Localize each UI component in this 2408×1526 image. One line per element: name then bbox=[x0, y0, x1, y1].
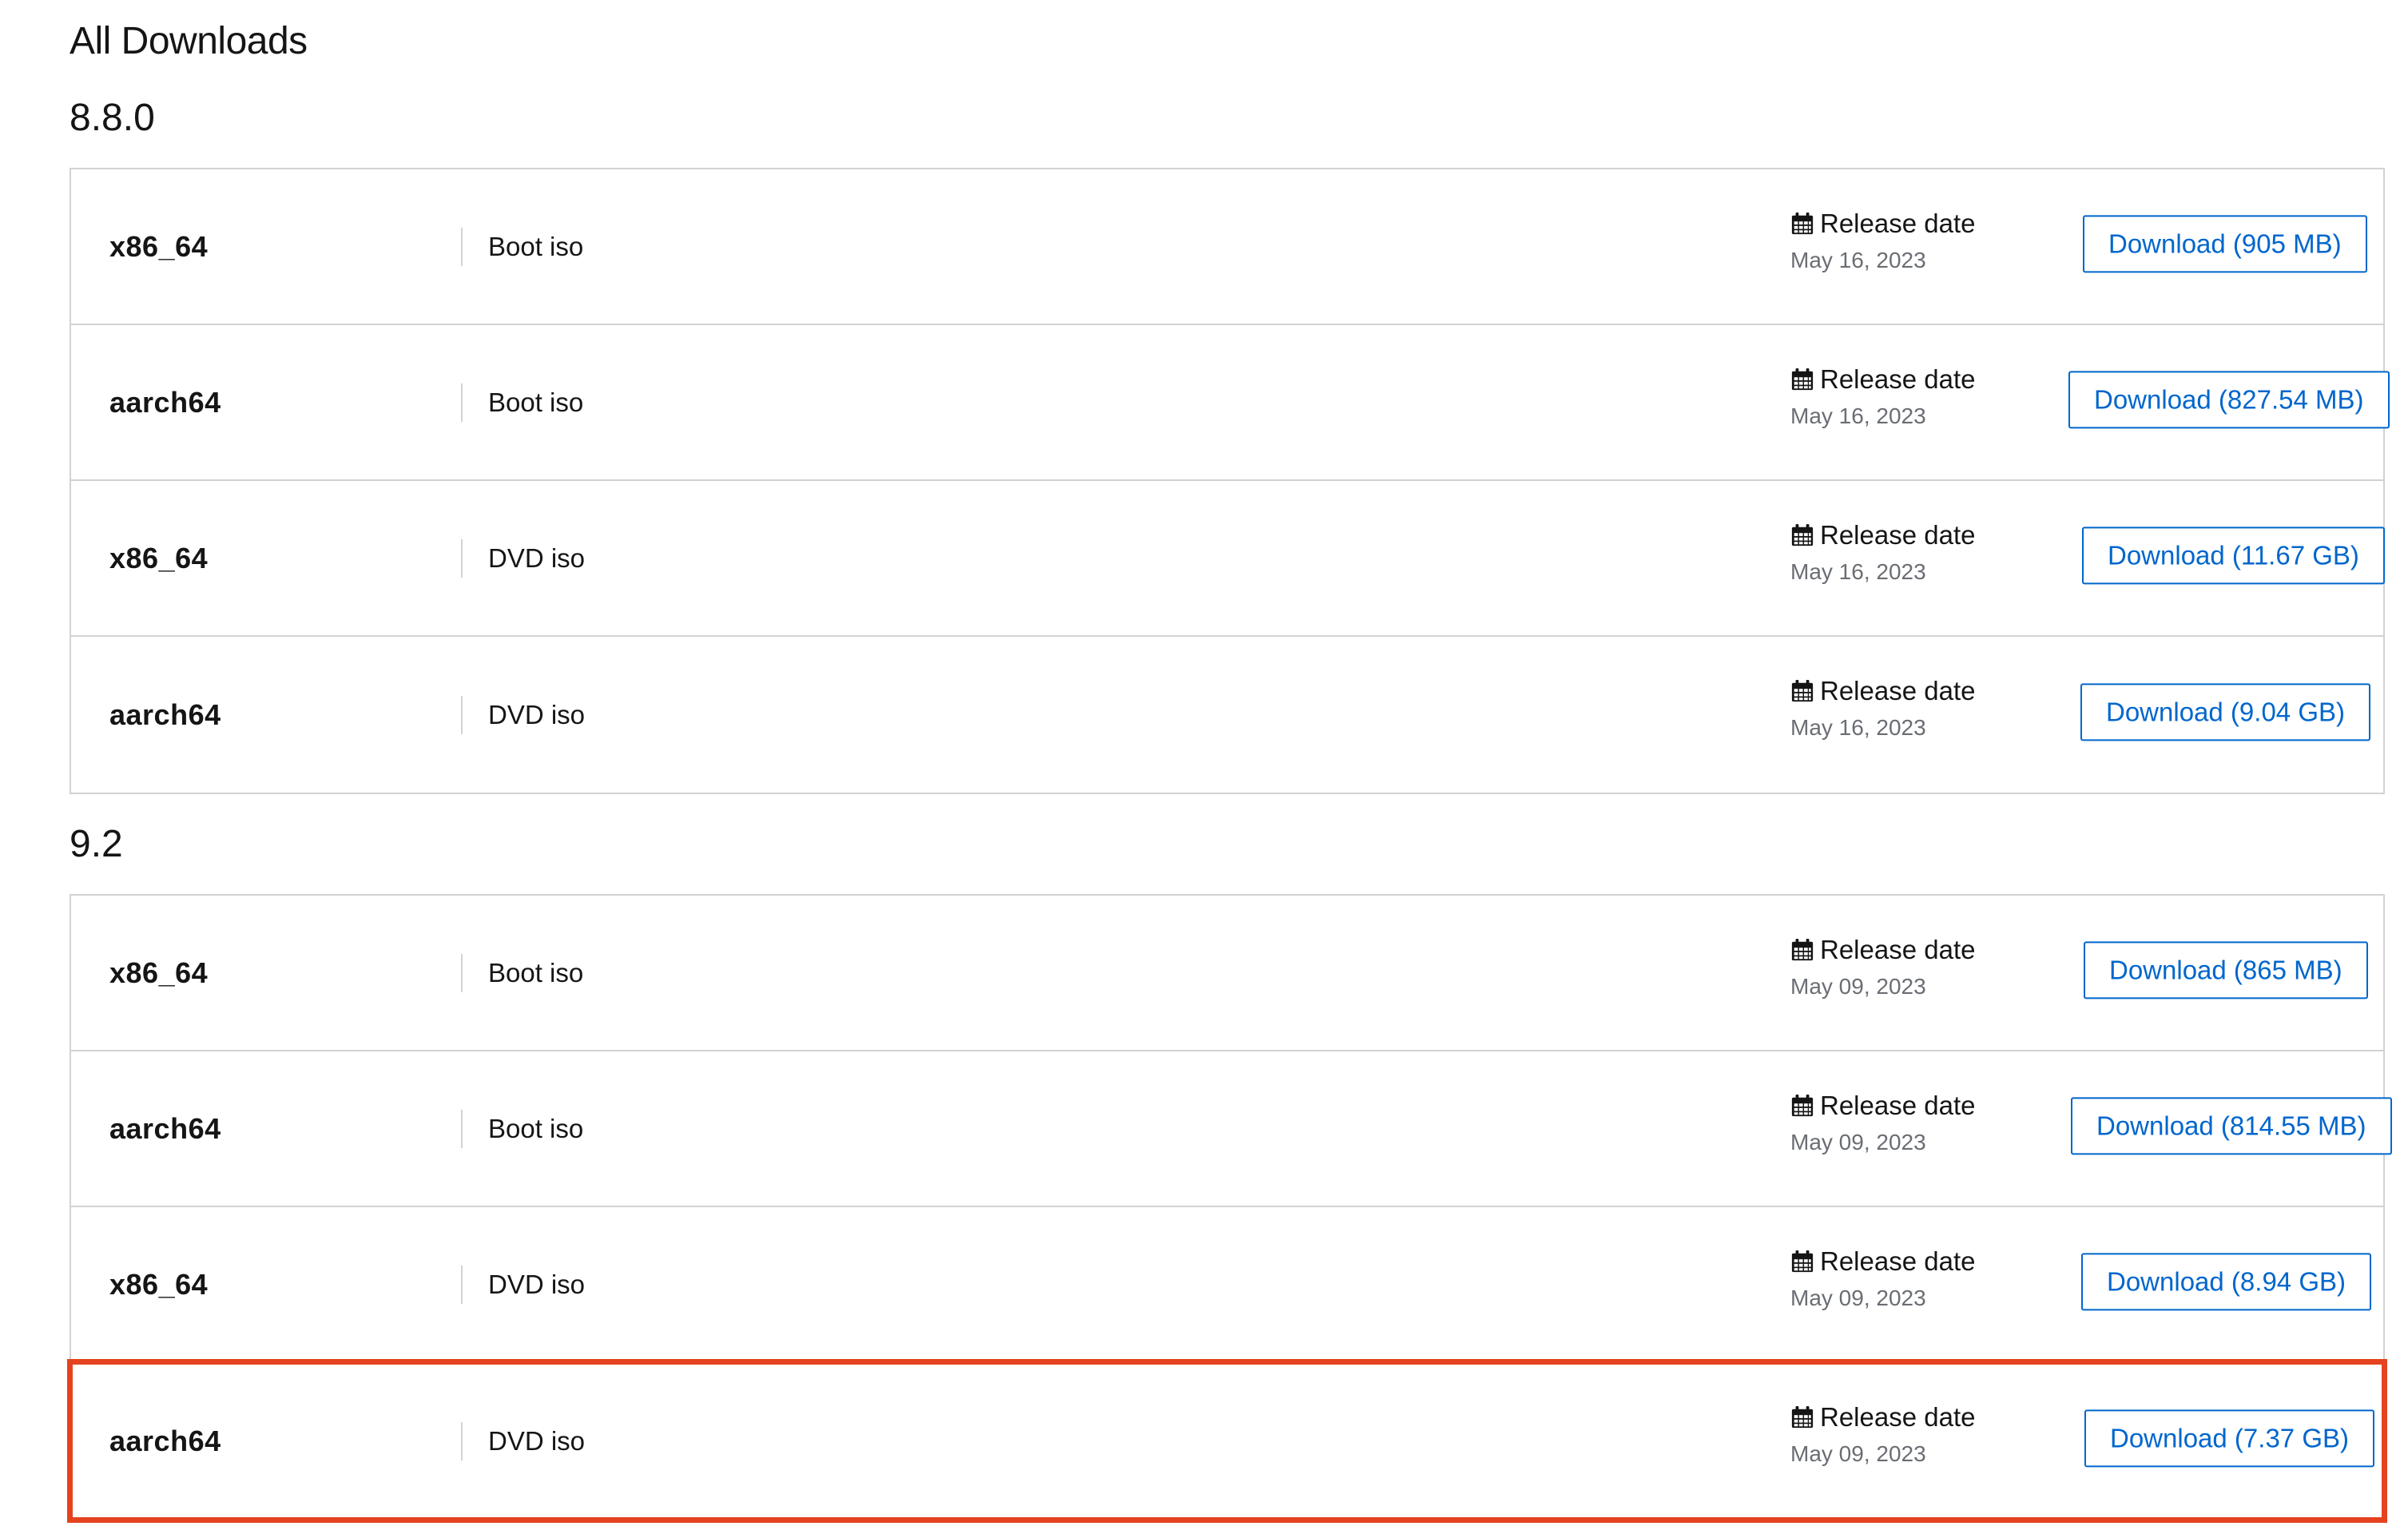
column-divider bbox=[461, 953, 463, 992]
release-date-value: May 09, 2023 bbox=[1790, 1286, 1926, 1310]
calendar-icon bbox=[1790, 368, 1814, 391]
release-info: Release date May 16, 2023 bbox=[1790, 519, 1990, 588]
download-row-highlighted: aarch64 DVD iso Release date May 09, 202… bbox=[67, 1359, 2387, 1523]
column-divider bbox=[461, 695, 463, 734]
file-type-label: DVD iso bbox=[488, 1425, 586, 1456]
architecture-label: aarch64 bbox=[109, 1424, 221, 1457]
release-date-value: May 16, 2023 bbox=[1790, 559, 1926, 584]
architecture-label: aarch64 bbox=[109, 385, 221, 419]
release-date-value: May 16, 2023 bbox=[1790, 403, 1926, 428]
download-row: x86_64 DVD iso Release date May 16, 2023… bbox=[71, 481, 2385, 637]
column-divider bbox=[461, 383, 463, 422]
calendar-icon bbox=[1790, 938, 1814, 962]
file-type-label: DVD iso bbox=[488, 699, 586, 729]
file-type-label: Boot iso bbox=[488, 387, 584, 417]
download-button[interactable]: Download (814.55 MB) bbox=[2071, 1096, 2392, 1154]
download-button[interactable]: Download (9.04 GB) bbox=[2080, 682, 2370, 741]
architecture-label: x86_64 bbox=[109, 1267, 209, 1301]
column-divider bbox=[461, 1421, 463, 1460]
release-date-label: Release date bbox=[1820, 520, 1976, 550]
release-info: Release date May 09, 2023 bbox=[1790, 1090, 1990, 1158]
release-date-label: Release date bbox=[1820, 209, 1976, 238]
column-divider bbox=[461, 1109, 463, 1148]
release-info: Release date May 09, 2023 bbox=[1790, 1401, 1990, 1470]
calendar-icon bbox=[1790, 523, 1814, 547]
download-row: aarch64 Boot iso Release date May 16, 20… bbox=[71, 325, 2390, 481]
download-row: x86_64 DVD iso Release date May 09, 2023… bbox=[71, 1207, 2383, 1363]
release-date-label: Release date bbox=[1820, 676, 1976, 705]
release-info: Release date May 16, 2023 bbox=[1790, 675, 1990, 744]
version-heading-9-2: 9.2 bbox=[70, 823, 123, 865]
release-info: Release date May 16, 2023 bbox=[1790, 208, 1990, 276]
release-date-value: May 16, 2023 bbox=[1790, 248, 1926, 272]
column-divider bbox=[461, 227, 463, 266]
architecture-label: x86_64 bbox=[109, 229, 209, 263]
release-date-label: Release date bbox=[1820, 1091, 1976, 1120]
architecture-label: aarch64 bbox=[109, 1111, 221, 1145]
downloads-list-9-2: x86_64 Boot iso Release date May 09, 202… bbox=[67, 894, 2392, 1523]
download-button[interactable]: Download (905 MB) bbox=[2083, 214, 2367, 272]
calendar-icon bbox=[1790, 1250, 1814, 1274]
release-date-label: Release date bbox=[1820, 935, 1976, 964]
file-type-label: DVD iso bbox=[488, 1269, 586, 1299]
download-button[interactable]: Download (11.67 GB) bbox=[2082, 526, 2385, 584]
column-divider bbox=[461, 1265, 463, 1304]
release-date-value: May 09, 2023 bbox=[1790, 1441, 1926, 1466]
release-date-label: Release date bbox=[1820, 1246, 1976, 1276]
downloads-list-8-8-0: x86_64 Boot iso Release date May 16, 202… bbox=[70, 168, 2390, 794]
release-date-label: Release date bbox=[1820, 1402, 1976, 1432]
calendar-icon bbox=[1790, 679, 1814, 703]
calendar-icon bbox=[1790, 1405, 1814, 1429]
calendar-icon bbox=[1790, 212, 1814, 236]
release-info: Release date May 16, 2023 bbox=[1790, 364, 1990, 432]
release-date-label: Release date bbox=[1820, 364, 1976, 394]
release-date-value: May 09, 2023 bbox=[1790, 1130, 1926, 1154]
file-type-label: Boot iso bbox=[488, 1113, 584, 1143]
release-date-value: May 09, 2023 bbox=[1790, 974, 1926, 999]
release-info: Release date May 09, 2023 bbox=[1790, 1246, 1990, 1314]
architecture-label: x86_64 bbox=[109, 541, 209, 574]
release-info: Release date May 09, 2023 bbox=[1790, 934, 1990, 1003]
version-heading-8-8-0: 8.8.0 bbox=[70, 97, 155, 139]
architecture-label: x86_64 bbox=[109, 956, 209, 989]
download-row: aarch64 DVD iso Release date May 16, 202… bbox=[71, 637, 2383, 793]
page-title: All Downloads bbox=[70, 20, 308, 62]
file-type-label: Boot iso bbox=[488, 957, 584, 988]
download-row: aarch64 Boot iso Release date May 09, 20… bbox=[71, 1051, 2392, 1207]
calendar-icon bbox=[1790, 1094, 1814, 1118]
file-type-label: Boot iso bbox=[488, 231, 584, 261]
architecture-label: aarch64 bbox=[109, 697, 221, 731]
download-button[interactable]: Download (8.94 GB) bbox=[2081, 1252, 2371, 1310]
download-button[interactable]: Download (827.54 MB) bbox=[2068, 370, 2390, 428]
release-date-value: May 16, 2023 bbox=[1790, 715, 1926, 740]
download-button[interactable]: Download (7.37 GB) bbox=[2084, 1409, 2374, 1467]
download-button[interactable]: Download (865 MB) bbox=[2084, 940, 2368, 999]
column-divider bbox=[461, 538, 463, 578]
download-row: x86_64 Boot iso Release date May 09, 202… bbox=[71, 896, 2383, 1051]
download-row: x86_64 Boot iso Release date May 16, 202… bbox=[71, 169, 2383, 325]
file-type-label: DVD iso bbox=[488, 542, 586, 573]
